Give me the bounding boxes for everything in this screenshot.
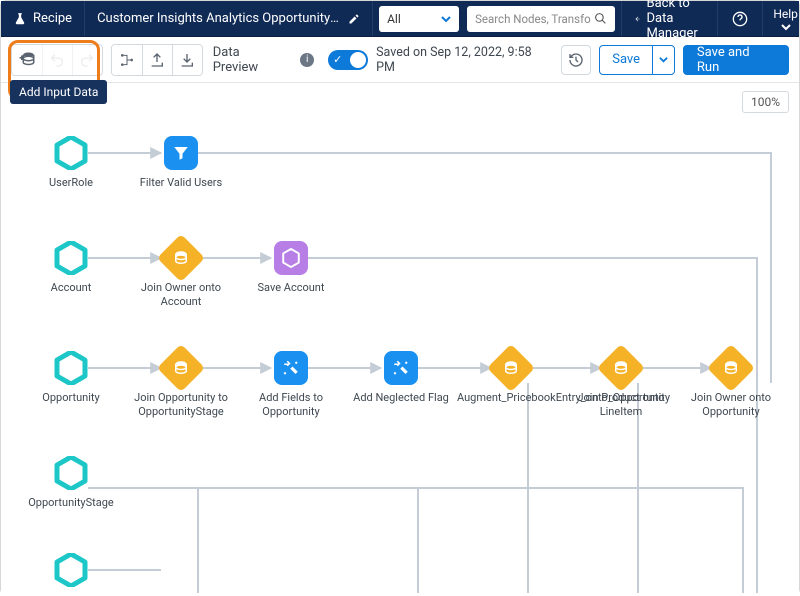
node-label: Opportunity [42,391,99,405]
node-filtervalid[interactable]: Filter Valid Users [125,136,237,190]
select-value: All [387,12,401,26]
flask-icon [13,12,27,26]
node-label: Add Fields to Opportunity [237,391,345,419]
node-label: Add Neglected Flag [353,391,449,405]
node-augmentpbe[interactable]: Augment_PricebookEntry_onto_Opportunity [455,351,567,405]
history-icon [568,52,584,68]
search-icon [594,12,607,25]
recipe-title-cell[interactable]: Customer Insights Analytics Opportunity … [85,1,373,36]
recipe-title: Customer Insights Analytics Opportunity … [97,11,342,26]
node-joinowneracct[interactable]: Join Owner onto Account [125,241,237,309]
save-and-run-label: Save and Run [697,45,775,75]
node-joinowneropp[interactable]: Join Owner onto Opportunity [675,351,787,419]
layout-io-group [111,44,203,76]
chevron-down-icon [781,23,791,31]
node-joinproductli[interactable]: Join Product onto LineItem [565,351,677,419]
pencil-icon[interactable] [348,13,360,25]
node-label: UserRole [49,176,93,190]
node-label: Augment_PricebookEntry_onto_Opportunity [457,391,565,405]
node-account[interactable]: Account [15,241,127,295]
node-oppstage[interactable]: OpportunityStage [15,456,127,510]
node-label: Join Owner onto Account [127,281,235,309]
help-dropdown[interactable]: Help [763,1,800,36]
back-label: Back to Data Manager [647,0,706,41]
undo-button[interactable] [42,45,72,75]
saved-timestamp: Saved on Sep 12, 2022, 9:58 PM [376,45,553,75]
data-preview-label: Data Preview [213,45,288,75]
data-preview-toggle[interactable]: ✓ [328,50,368,70]
caret-down-icon [441,14,451,24]
filter-search-cell: All Search Nodes, Transfo [373,1,622,36]
node-label: Join Product onto LineItem [567,391,675,419]
node-label: Join Opportunity to OpportunityStage [127,391,235,419]
page-type-cell[interactable]: Recipe [1,1,85,36]
upload-button[interactable] [142,45,172,75]
node-userrole[interactable]: UserRole [15,136,127,190]
history-button[interactable] [561,45,591,75]
save-button[interactable]: Save [600,46,652,74]
node-type-select[interactable]: All [379,6,459,32]
save-caret-button[interactable] [652,46,674,74]
node-saveaccount[interactable]: Save Account [235,241,347,295]
save-split-button: Save [599,45,675,75]
toolbar: Data Preview i ✓ Saved on Sep 12, 2022, … [1,37,799,83]
undo-icon [49,52,65,68]
node-label: Filter Valid Users [140,176,222,190]
help-label: Help [773,7,798,21]
node-addfieldsopp[interactable]: Add Fields to Opportunity [235,351,347,419]
auto-layout-button[interactable] [112,45,142,75]
node-opportunity[interactable]: Opportunity [15,351,127,405]
download-icon [179,52,195,68]
add-input-data-button[interactable] [12,45,42,75]
database-plus-icon [17,51,37,69]
help-question-button[interactable] [718,1,763,36]
node-partial[interactable] [15,553,127,593]
upload-icon [149,52,165,68]
info-icon[interactable]: i [300,53,314,67]
save-label: Save [612,52,640,67]
node-label: Account [51,281,92,295]
layout-icon [119,52,135,68]
node-addneglected[interactable]: Add Neglected Flag [345,351,457,405]
node-label: OpportunityStage [28,496,114,510]
add-input-tooltip: Add Input Data [10,80,107,104]
page-type-label: Recipe [33,11,72,26]
download-button[interactable] [172,45,202,75]
search-placeholder: Search Nodes, Transfo [475,12,591,26]
redo-icon [79,52,95,68]
recipe-canvas[interactable]: 100% UserRoleFilter Valid Users Account … [1,83,799,596]
save-and-run-button[interactable]: Save and Run [683,45,789,75]
top-nav: Recipe Customer Insights Analytics Oppor… [1,1,799,37]
toggle-knob [350,52,366,68]
caret-down-icon [659,55,668,64]
node-joinoppstage[interactable]: Join Opportunity to OpportunityStage [125,351,237,419]
arrow-left-icon [634,12,640,26]
source-undo-group [11,44,103,76]
redo-button[interactable] [72,45,102,75]
question-icon [732,11,748,27]
check-icon: ✓ [333,53,342,66]
node-search-input[interactable]: Search Nodes, Transfo [467,6,615,32]
node-label: Join Owner onto Opportunity [677,391,785,419]
node-label: Save Account [258,281,325,295]
back-link[interactable]: Back to Data Manager [622,1,718,36]
